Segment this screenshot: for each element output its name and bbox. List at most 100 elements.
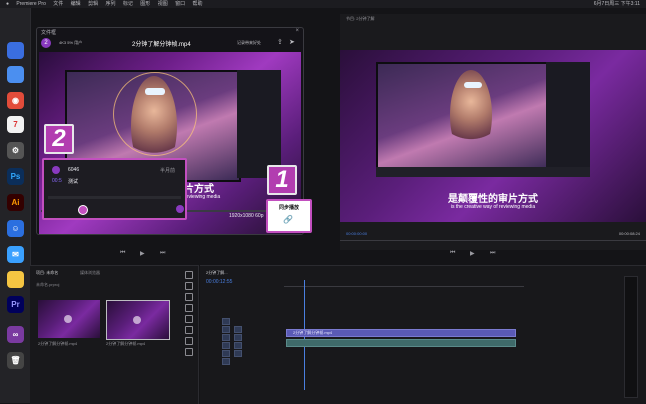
media-browser-tab[interactable]: 媒体浏览器 <box>80 270 100 276</box>
premiere-icon[interactable]: Pr <box>7 296 24 313</box>
menu-edit[interactable]: 编辑 <box>71 1 81 7</box>
track-lock-v3[interactable] <box>222 318 230 325</box>
step-forward-icon[interactable]: ⏭ <box>160 250 165 257</box>
track-lock-a3[interactable] <box>222 358 230 365</box>
finder2-icon[interactable]: ☺ <box>7 220 24 237</box>
program-side-panel <box>546 62 590 167</box>
sync-play-button[interactable]: 同步播放 <box>271 204 307 211</box>
program-monitor: 节目: 2分钟了解 是颠覆性的审片方式 is the creative way … <box>340 14 646 250</box>
vr-headset <box>464 82 482 88</box>
app-store-icon[interactable] <box>7 66 24 83</box>
modal-close-icon[interactable]: × <box>295 28 299 34</box>
notes-icon[interactable] <box>7 271 24 288</box>
hand-icon[interactable] <box>185 337 193 345</box>
timeline-tab[interactable]: 2分钟了解... <box>206 270 228 276</box>
send-icon[interactable]: ➤ <box>289 38 295 46</box>
track-lock-a1[interactable] <box>222 342 230 349</box>
modal-action[interactable]: 记录带来好处 <box>237 40 261 46</box>
track-lock-v1[interactable] <box>222 334 230 341</box>
share-icon[interactable]: ⇪ <box>277 38 283 46</box>
timeline-panel: 2分钟了解... 00:00:12:55 2分钟了解分钟帧.mp4 <box>200 265 646 404</box>
track-select-icon[interactable] <box>185 282 193 290</box>
comment-text: 测试 <box>68 179 79 185</box>
menu-help[interactable]: 帮助 <box>193 1 203 7</box>
track-lock-v2[interactable] <box>222 326 230 333</box>
photoshop-icon[interactable]: Ps <box>7 168 24 185</box>
transport-controls: ⏮ ▶ ⏭ ⏮ ▶ ⏭ <box>30 250 646 262</box>
razor-icon[interactable] <box>185 304 193 312</box>
messages-icon[interactable]: ✉ <box>7 246 24 263</box>
finder-icon[interactable] <box>7 42 24 59</box>
audio-meter <box>624 276 638 398</box>
track-toggle-v2[interactable] <box>234 326 242 333</box>
menu-sequence[interactable]: 序列 <box>105 1 115 7</box>
video-clip[interactable]: 2分钟了解分钟帧.mp4 <box>286 329 516 337</box>
track-toggle-v1[interactable] <box>234 334 242 341</box>
slip-icon[interactable] <box>185 315 193 323</box>
timeline-timecode: 00:00:12:55 <box>206 279 233 285</box>
ripple-edit-icon[interactable] <box>185 293 193 301</box>
track-toggle-a2[interactable] <box>234 350 242 357</box>
calendar-icon[interactable]: 7 <box>7 116 24 133</box>
audio-clip[interactable] <box>286 339 516 347</box>
program-timecode-right: 00:00:08:24 <box>618 231 640 236</box>
comment-id: 6046 <box>68 167 80 173</box>
track-lock-a2[interactable] <box>222 350 230 357</box>
menubar-clock: 6月7日周三 下午3:11 <box>593 1 640 7</box>
thumb-play-icon <box>133 316 141 324</box>
marker-dot[interactable] <box>78 205 88 215</box>
timeline-ruler[interactable] <box>284 280 524 287</box>
project-folder: 未命名.prproj <box>36 282 60 287</box>
program-scrubber[interactable] <box>340 240 646 241</box>
project-panel: 项目: 未命名 媒体浏览器 未命名.prproj 2分钟了解分钟帧.mp4 2分… <box>30 265 199 404</box>
prog-step-back-icon[interactable]: ⏮ <box>450 250 455 257</box>
program-caption: 是颠覆性的审片方式 <box>448 194 538 205</box>
modal-caption: 片方式 <box>184 184 214 195</box>
prog-step-forward-icon[interactable]: ⏭ <box>490 250 495 257</box>
modal-filename: 2分钟了解分钟帧.mp4 <box>132 42 191 48</box>
comment-card[interactable]: 6046 半月前 00:5 测试 <box>42 158 187 220</box>
frameio-icon[interactable]: ∞ <box>7 326 24 343</box>
program-timecode-left: 00:00:00:00 <box>346 231 368 236</box>
sync-play-box: 同步播放 🔗 <box>266 199 312 233</box>
menu-clip[interactable]: 剪辑 <box>88 1 98 7</box>
project-item-1-label: 2分钟了解分钟帧.mp4 <box>38 341 78 346</box>
marker-end-dot[interactable] <box>176 205 184 213</box>
tools-panel <box>183 268 195 388</box>
app-menu[interactable]: Premiere Pro <box>16 1 45 7</box>
modal-resolution: 1920x1080 60p <box>229 213 264 219</box>
project-item-2-label: 2分钟了解分钟帧.mp4 <box>106 341 146 346</box>
program-controls-strip <box>376 167 590 177</box>
illustrator-icon[interactable]: Ai <box>7 194 24 211</box>
selection-tool-icon[interactable] <box>185 271 193 279</box>
project-thumb-2[interactable] <box>106 300 170 340</box>
menu-view[interactable]: 视图 <box>158 1 168 7</box>
play-icon[interactable]: ▶ <box>140 250 145 257</box>
step-back-icon[interactable]: ⏮ <box>120 250 125 257</box>
prog-play-icon[interactable]: ▶ <box>470 250 475 257</box>
settings-icon[interactable]: ⚙ <box>7 142 24 159</box>
program-video-screen <box>376 62 550 171</box>
chrome-icon[interactable]: ◉ <box>7 92 24 109</box>
trash-icon[interactable]: 🗑 <box>7 352 24 369</box>
apple-logo-icon[interactable]: ● <box>6 1 9 7</box>
type-icon[interactable] <box>185 348 193 356</box>
card-scrubber[interactable] <box>48 196 181 199</box>
modal-header: 2 4K3 5% 用户 2分钟了解分钟帧.mp4 记录带来好处 ⇪ ➤ <box>37 36 303 50</box>
modal-left-label: 4K3 5% 用户 <box>59 40 83 45</box>
dock: ◉ 7 ⚙ Ps Ai ☺ ✉ Pr ∞ 🗑 <box>0 8 31 403</box>
menu-bar: ● Premiere Pro 文件 编辑 剪辑 序列 标记 图形 视图 窗口 帮… <box>0 0 646 8</box>
link-icon[interactable]: 🔗 <box>283 215 293 224</box>
menu-window[interactable]: 窗口 <box>175 1 185 7</box>
project-tab[interactable]: 项目: 未命名 <box>36 270 58 276</box>
track-toggle-a1[interactable] <box>234 342 242 349</box>
menu-graphics[interactable]: 图形 <box>140 1 150 7</box>
comment-timestamp: 00:5 <box>52 178 62 184</box>
thumb-play-icon <box>64 315 72 323</box>
menu-file[interactable]: 文件 <box>53 1 63 7</box>
menu-marker[interactable]: 标记 <box>123 1 133 7</box>
comment-avatar <box>52 166 60 174</box>
pen-icon[interactable] <box>185 326 193 334</box>
project-thumb-1[interactable] <box>38 300 100 338</box>
program-monitor-label: 节目: 2分钟了解 <box>346 16 375 21</box>
